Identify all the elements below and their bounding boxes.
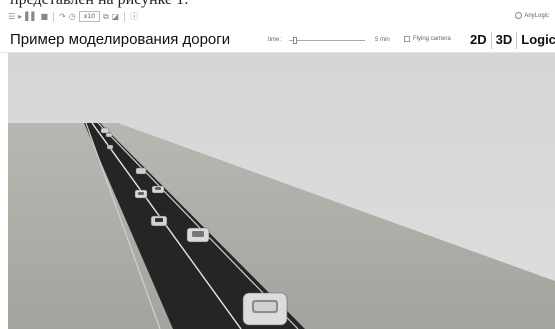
view-logic-button[interactable]: Logic <box>517 31 555 49</box>
info-icon[interactable]: ⓘ <box>130 12 138 22</box>
flying-camera-checkbox[interactable] <box>404 36 410 42</box>
flying-camera-label: Flying camera <box>413 36 451 42</box>
document-caption: представлен на рисунке 1: <box>0 0 555 8</box>
toolbar-controls: ☰ ▸ ▌▌ ■ ↷ ◷ x10 ⧉ ◪ ⓘ <box>8 11 138 22</box>
3d-road-scene[interactable] <box>8 53 555 329</box>
car[interactable] <box>150 215 168 227</box>
view-2d-button[interactable]: 2D <box>466 31 491 49</box>
time-label: time: <box>268 37 282 43</box>
toolbar-separator <box>53 11 55 22</box>
brand-name: AnyLogic <box>524 12 549 19</box>
car[interactable] <box>100 127 110 134</box>
view-3d-button[interactable]: 3D <box>492 31 517 49</box>
pause-icon[interactable]: ▌▌ <box>25 12 37 22</box>
camera-icon[interactable]: ⧉ <box>103 12 109 22</box>
clock-icon[interactable]: ◷ <box>69 12 76 22</box>
time-slider[interactable] <box>289 37 365 44</box>
car[interactable] <box>151 185 165 194</box>
car[interactable] <box>106 144 114 150</box>
view-switcher: 2D 3D Logic <box>466 30 555 50</box>
toolbar-separator <box>124 11 126 22</box>
step-icon[interactable]: ↷ <box>59 12 66 22</box>
car[interactable] <box>135 167 147 175</box>
car[interactable] <box>186 227 210 243</box>
page-title: Пример моделирования дороги <box>10 31 231 48</box>
car[interactable] <box>242 292 288 326</box>
model-toolbar: ☰ ▸ ▌▌ ■ ↷ ◷ x10 ⧉ ◪ ⓘ AnyLogic <box>0 8 555 26</box>
time-end-label: 5 min <box>375 37 390 43</box>
car[interactable] <box>134 189 148 199</box>
layers-icon[interactable]: ◪ <box>112 12 120 22</box>
menu-icon[interactable]: ☰ <box>8 12 15 22</box>
car[interactable] <box>105 132 113 138</box>
brand: AnyLogic <box>515 12 549 19</box>
play-icon[interactable]: ▸ <box>18 12 22 22</box>
anylogic-logo-icon <box>515 12 523 19</box>
model-header: Пример моделирования дороги time: 5 min … <box>0 26 555 53</box>
time-slider-thumb[interactable] <box>293 37 297 44</box>
flying-camera-toggle[interactable]: Flying camera <box>404 36 451 42</box>
stop-icon[interactable]: ■ <box>41 12 49 22</box>
speed-field[interactable]: x10 <box>78 11 100 22</box>
